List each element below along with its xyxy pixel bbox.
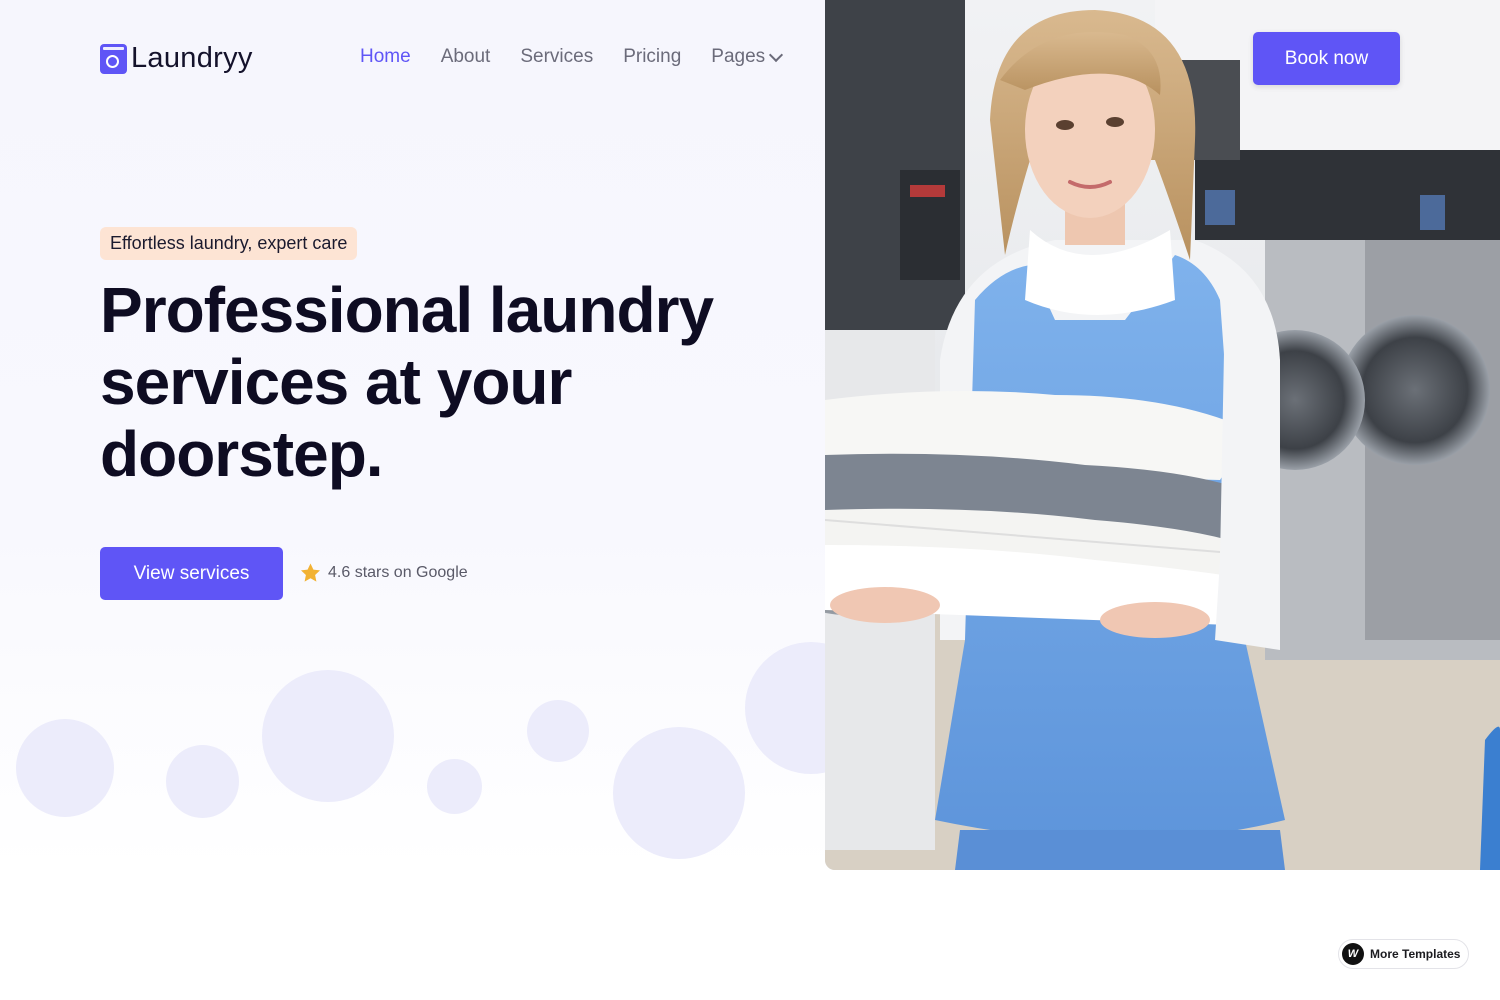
brand-logo[interactable]: Laundryy: [100, 42, 253, 75]
nav-item-about[interactable]: About: [441, 46, 491, 68]
more-templates-label: More Templates: [1370, 947, 1461, 961]
nav-item-label: Services: [520, 46, 594, 67]
view-services-button[interactable]: View services: [100, 547, 283, 600]
star-icon: [301, 563, 320, 582]
hero-photo: [825, 0, 1500, 870]
decor-bubble: [427, 759, 482, 814]
rating-text: 4.6 stars on Google: [328, 564, 468, 581]
nav-item-label: Home: [360, 46, 411, 67]
decor-bubble: [527, 700, 589, 762]
webflow-logo-icon: W: [1342, 943, 1364, 965]
brand-name: Laundryy: [131, 42, 253, 74]
decor-bubble: [262, 670, 394, 802]
decor-bubble: [16, 719, 114, 817]
book-now-button[interactable]: Book now: [1253, 32, 1400, 85]
more-templates-button[interactable]: W More Templates: [1338, 939, 1469, 969]
nav-item-label: Pages: [711, 46, 766, 67]
laundry-worker-photo: [825, 0, 1500, 870]
washing-machine-icon: [100, 43, 127, 74]
main-nav: Home About Services Pricing Pages: [360, 46, 784, 68]
decor-bubble: [166, 745, 239, 818]
decor-bubble: [613, 727, 745, 859]
nav-item-services[interactable]: Services: [520, 46, 593, 68]
nav-item-pages-dropdown[interactable]: Pages: [711, 46, 784, 68]
page: Laundryy Home About Services Pricing Pag…: [0, 0, 1500, 1000]
google-rating: 4.6 stars on Google: [298, 561, 468, 585]
hero-headline: Professional laundry services at your do…: [100, 274, 714, 490]
nav-item-pricing[interactable]: Pricing: [623, 46, 681, 68]
nav-item-label: About: [440, 46, 491, 67]
nav-item-home[interactable]: Home: [360, 46, 411, 68]
hero-badge: Effortless laundry, expert care: [100, 227, 358, 260]
nav-item-label: Pricing: [623, 46, 682, 67]
chevron-down-icon: [769, 47, 784, 62]
